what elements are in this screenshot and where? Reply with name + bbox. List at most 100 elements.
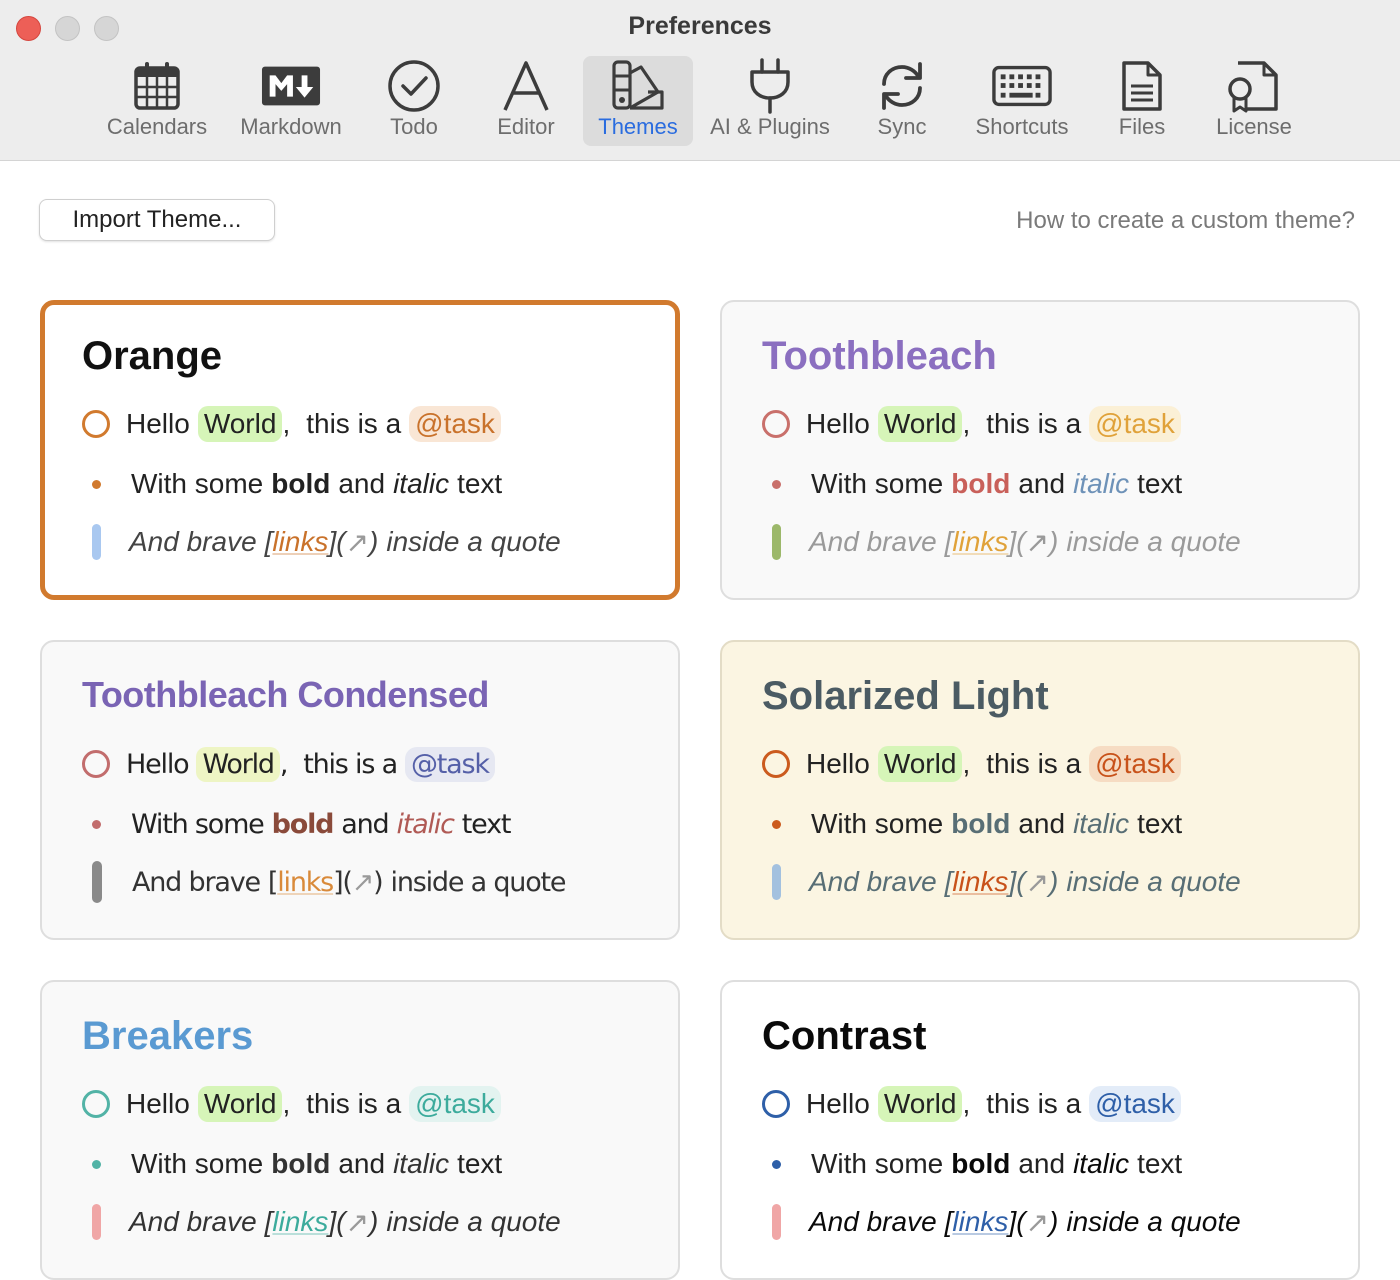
- preview-text: text: [457, 468, 503, 499]
- quote-text: And brave: [809, 526, 937, 557]
- preview-task-row: Hello World, this is a @task: [762, 402, 1181, 446]
- preview-text: Hello: [126, 408, 190, 439]
- toolbar-label: Editor: [497, 114, 555, 139]
- preview-text: this is a: [986, 408, 1082, 439]
- link-arrow-icon: ↗: [1025, 1206, 1050, 1238]
- preview-text: With some: [131, 468, 264, 499]
- preview-text: Hello: [126, 1088, 190, 1119]
- preview-bullet-row: With some bold and italic text: [82, 462, 502, 506]
- toolbar-tab-shortcuts[interactable]: Shortcuts: [964, 56, 1080, 146]
- italic-text: italic: [1073, 1148, 1130, 1179]
- link-text: links: [952, 1206, 1009, 1237]
- quote-text: ): [373, 866, 384, 898]
- toolbar-label: License: [1216, 114, 1292, 139]
- preview-quote-row: And brave[links](↗) inside a quote: [82, 520, 561, 564]
- preview-text: text: [461, 808, 512, 840]
- preview-quote-row: And brave[links](↗) inside a quote: [762, 860, 1241, 904]
- quote-text: And brave: [129, 526, 257, 557]
- custom-theme-help-link[interactable]: How to create a custom theme?: [1016, 207, 1355, 235]
- quote-text: ](: [1008, 866, 1026, 897]
- preview-text: ,: [282, 408, 291, 439]
- quote-text: ](: [328, 1206, 346, 1237]
- italic-text: italic: [1073, 808, 1130, 839]
- theme-card-contrast[interactable]: Contrast Hello World, this is a @task With so…: [720, 980, 1360, 1280]
- quote-text: [: [264, 1206, 273, 1237]
- theme-card-toothbleach[interactable]: Toothbleach Hello World, this is a @task With…: [720, 300, 1360, 600]
- preview-text: and: [338, 1148, 386, 1179]
- preview-quote-row: And brave[links](↗) inside a quote: [762, 1200, 1241, 1244]
- toolbar-tab-calendars[interactable]: Calendars: [102, 56, 212, 146]
- quote-text: ): [369, 526, 379, 557]
- preview-text: this is a: [306, 408, 402, 439]
- window-title: Preferences: [628, 12, 772, 40]
- quote-text: [: [267, 866, 279, 898]
- theme-card-orange[interactable]: Orange Hello World, this is a @task With some…: [40, 300, 680, 600]
- toolbar-tab-todo[interactable]: Todo: [376, 56, 452, 146]
- toolbar-label: Todo: [390, 114, 438, 139]
- toolbar-tab-sync[interactable]: Sync: [866, 56, 938, 146]
- highlight-text: World: [877, 746, 963, 782]
- import-theme-button[interactable]: Import Theme...: [39, 199, 275, 241]
- preview-text: and: [1018, 1148, 1066, 1179]
- theme-name: Toothbleach: [762, 334, 997, 378]
- italic-text: italic: [393, 1148, 450, 1179]
- toolbar-label: Markdown: [240, 114, 342, 139]
- toolbar-tab-markdown[interactable]: Markdown: [232, 56, 350, 146]
- preview-text: Hello: [806, 1088, 870, 1119]
- link-text: links: [272, 526, 329, 557]
- link-arrow-icon: ↗: [351, 866, 375, 898]
- quote-bar-icon: [772, 1204, 781, 1240]
- font-a-icon: [496, 58, 556, 114]
- preview-bullet-row: With some bold and italic text: [82, 802, 512, 846]
- markdown-icon: [261, 58, 321, 114]
- theme-card-solarized-light[interactable]: Solarized Light Hello World, this is a @task…: [720, 640, 1360, 940]
- preview-text: ,: [962, 748, 971, 779]
- preview-text: text: [1137, 1148, 1183, 1179]
- preview-text: With some: [811, 468, 944, 499]
- preview-text: ,: [962, 408, 971, 439]
- toolbar-tab-editor[interactable]: Editor: [486, 56, 566, 146]
- quote-text: inside a quote: [390, 866, 567, 898]
- toolbar-tab-themes[interactable]: Themes: [583, 56, 693, 146]
- link-text: links: [952, 526, 1009, 557]
- toolbar-tab-license[interactable]: License: [1206, 56, 1302, 146]
- preview-text: ,: [279, 748, 289, 780]
- quote-text: ](: [1008, 1206, 1026, 1237]
- task-checkbox-icon: [82, 410, 110, 438]
- theme-card-breakers[interactable]: Breakers Hello World, this is a @task With so…: [40, 980, 680, 1280]
- task-checkbox-icon: [762, 1090, 790, 1118]
- preview-text: With some: [131, 808, 265, 840]
- file-icon: [1112, 58, 1172, 114]
- preview-text: Hello: [806, 748, 870, 779]
- preview-text: Hello: [806, 408, 870, 439]
- quote-text: And brave: [132, 866, 261, 898]
- quote-text: inside a quote: [386, 526, 561, 557]
- preview-text: this is a: [986, 748, 1082, 779]
- quote-text: ](: [1008, 526, 1026, 557]
- toolbar-label: AI & Plugins: [710, 114, 830, 139]
- preview-text: text: [1137, 808, 1183, 839]
- task-tag: @task: [409, 1086, 501, 1122]
- toolbar-tab-files[interactable]: Files: [1108, 56, 1176, 146]
- link-arrow-icon: ↗: [345, 1206, 370, 1238]
- task-tag: @task: [409, 406, 501, 442]
- bold-text: bold: [271, 1148, 331, 1179]
- preview-text: this is a: [306, 1088, 402, 1119]
- toolbar-tab-ai-plugins[interactable]: AI & Plugins: [703, 56, 837, 146]
- quote-text: And brave: [129, 1206, 257, 1237]
- quote-text: inside a quote: [386, 1206, 561, 1237]
- quote-bar-icon: [772, 524, 781, 560]
- quote-text: inside a quote: [1066, 1206, 1241, 1237]
- link-arrow-icon: ↗: [1025, 526, 1050, 558]
- quote-text: [: [944, 526, 953, 557]
- window-titlebar: Preferences Calendars Markdown Todo Edit…: [0, 0, 1400, 161]
- preview-text: this is a: [303, 748, 398, 780]
- bullet-dot-icon: [772, 479, 781, 489]
- theme-card-toothbleach-condensed[interactable]: Toothbleach Condensed Hello World, this is …: [40, 640, 680, 940]
- theme-name: Contrast: [762, 1014, 927, 1058]
- toolbar-label: Files: [1118, 114, 1166, 139]
- preview-text: and: [338, 468, 386, 499]
- task-checkbox-icon: [82, 1090, 110, 1118]
- preview-text: text: [1137, 468, 1183, 499]
- bullet-dot-icon: [772, 1159, 781, 1169]
